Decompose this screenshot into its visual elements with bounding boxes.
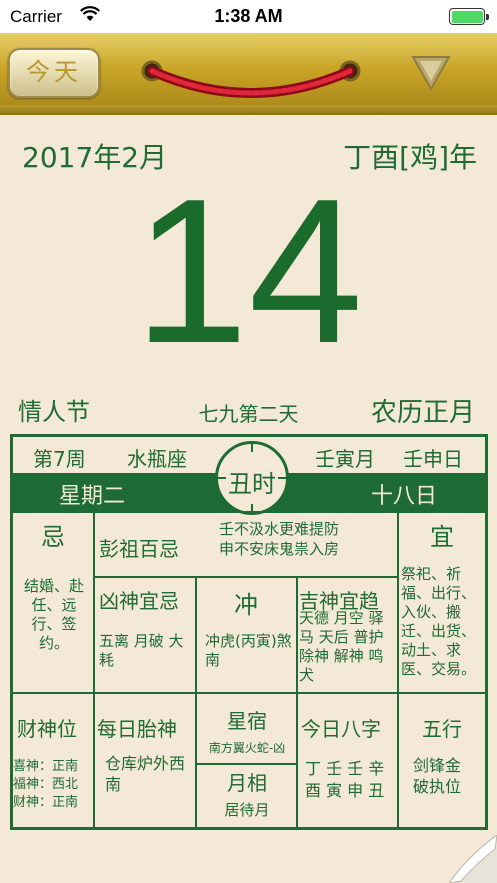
pengzu-line1: 壬不汲水更难提防 — [219, 520, 340, 538]
hour-label: 丑时 — [228, 470, 276, 498]
ganzhi-month-label: 壬寅月 — [315, 447, 375, 471]
wealth-item-2: 福神：西北 — [13, 777, 79, 792]
hour-clock: 丑时 — [215, 441, 289, 515]
wealth-god-title: 财神位 — [17, 717, 77, 741]
suitable-items: 祭祀、祈福、出行、入伙、搬迁、出货、动土、求医、交易。 — [401, 565, 477, 678]
star-title: 星宿 — [227, 709, 267, 733]
lucky-spirits-items: 天德 月空 驿马 天后 普护 除神 解神 鸣犬 — [299, 609, 384, 684]
fetus-god-title: 每日胎神 — [97, 717, 177, 741]
moon-phase-items: 居待月 — [224, 801, 270, 819]
lunar-day-label: 十八日 — [371, 484, 438, 509]
bazi-row-1: 丁 壬 壬 辛 — [305, 759, 385, 778]
avoid-title: 忌 — [41, 523, 65, 551]
day-number: 14 — [133, 156, 364, 386]
page-curl-icon[interactable] — [449, 835, 497, 883]
weekday-label: 星期二 — [59, 484, 126, 509]
pengzu-line2: 申不安床鬼祟入房 — [219, 540, 340, 558]
triangle-down-icon[interactable] — [410, 53, 452, 93]
moon-phase-title: 月相 — [227, 771, 267, 795]
avoid-items: 结婚、赴任、远行、签约。 — [23, 577, 84, 652]
wealth-item-1: 喜神：正南 — [13, 759, 79, 774]
battery-icon — [449, 8, 489, 25]
clash-title: 冲 — [234, 591, 258, 619]
lunar-month-label: 农历正月 — [370, 398, 475, 428]
five-elements-items: 剑锋金破执位 — [413, 756, 462, 796]
today-button[interactable]: 今天 — [8, 48, 100, 98]
top-toolbar: 今天 — [0, 33, 497, 115]
evil-spirits-title: 凶神宜忌 — [99, 589, 179, 613]
week-label: 第7周 — [33, 447, 86, 471]
status-time: 1:38 AM — [214, 6, 283, 26]
ganzhi-day-label: 壬申日 — [403, 447, 463, 471]
star-items: 南方翼火蛇-凶 — [208, 741, 286, 755]
hanging-cord-icon — [141, 60, 361, 98]
zodiac-sign-label: 水瓶座 — [127, 447, 187, 471]
evil-spirits-items: 五离 月破 大耗 — [99, 632, 184, 669]
almanac-grid: 第7周 水瓶座 壬寅月 壬申日 星期二 十八日 丑时 忌 结婚、赴任、远行、签约… — [10, 434, 488, 830]
bazi-row-2: 酉 寅 申 丑 — [305, 781, 385, 800]
pengzu-title: 彭祖百忌 — [99, 537, 179, 561]
fetus-god-items: 仓库炉外西南 — [105, 754, 186, 794]
clash-items: 冲虎(丙寅)煞南 — [205, 632, 292, 669]
status-bar: Carrier 1:38 AM — [0, 0, 497, 33]
five-elements-title: 五行 — [422, 717, 462, 741]
bazi-title: 今日八字 — [301, 717, 381, 741]
suitable-title: 宜 — [430, 523, 454, 551]
wealth-item-3: 财神：正南 — [13, 795, 79, 810]
